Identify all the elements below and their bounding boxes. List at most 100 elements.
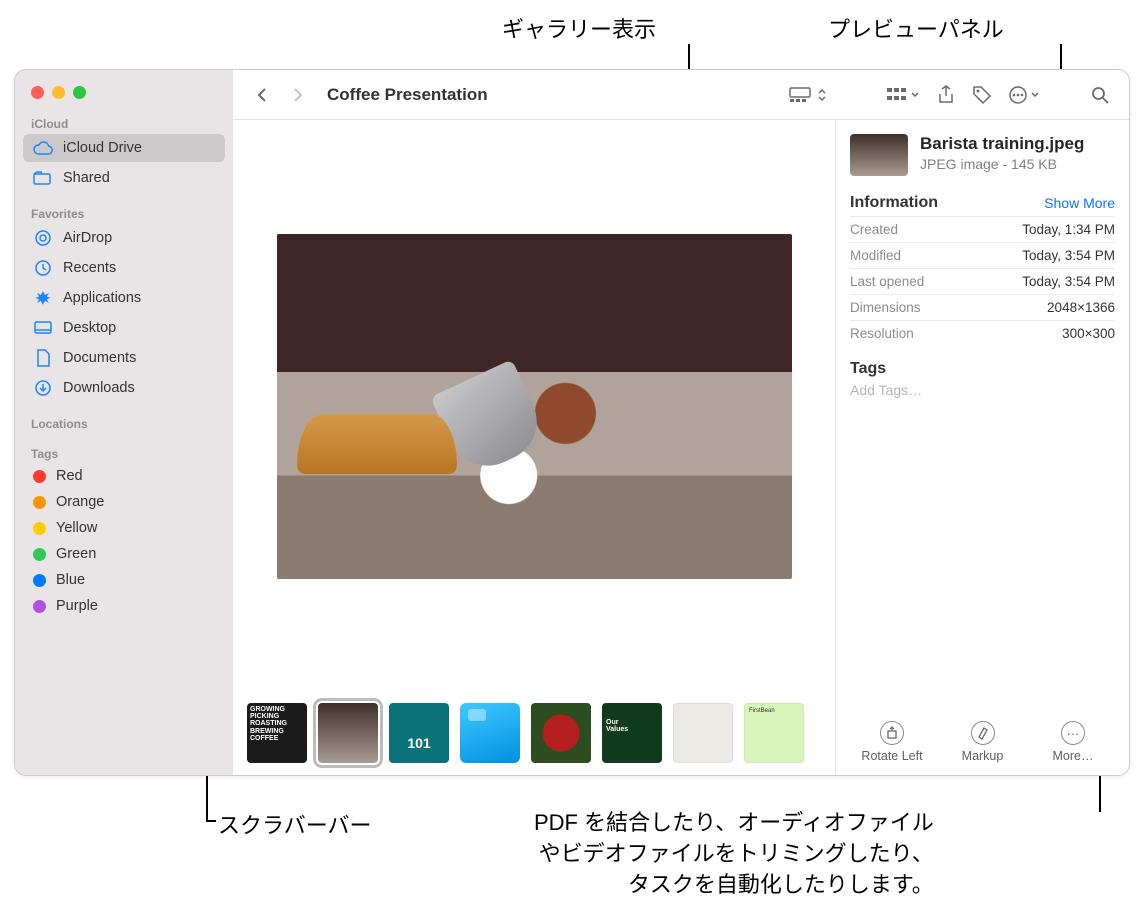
tag-dot-icon — [33, 522, 46, 535]
tag-dot-icon — [33, 496, 46, 509]
preview-filename: Barista training.jpeg — [920, 134, 1084, 154]
info-header: Information — [850, 194, 938, 212]
search-button[interactable] — [1085, 82, 1115, 108]
sidebar-tag-purple[interactable]: Purple — [23, 594, 225, 618]
main-area: Coffee Presentation — [233, 70, 1129, 775]
sidebar-item-airdrop[interactable]: AirDrop — [23, 224, 225, 252]
forward-button[interactable] — [283, 82, 313, 108]
sidebar-tag-yellow[interactable]: Yellow — [23, 516, 225, 540]
window-controls — [15, 80, 233, 113]
tag-dot-icon — [33, 548, 46, 561]
tags-button[interactable] — [967, 82, 997, 108]
close-icon[interactable] — [31, 86, 44, 99]
section-favorites: Favorites — [15, 203, 233, 223]
thumb-classroom[interactable] — [673, 703, 733, 763]
thumb-firstbean[interactable]: FirstBean — [744, 703, 804, 763]
action-button[interactable] — [1003, 82, 1045, 108]
folder-shared-icon — [33, 168, 53, 188]
sidebar-tag-green[interactable]: Green — [23, 542, 225, 566]
view-gallery-button[interactable] — [787, 82, 827, 108]
cloud-icon — [33, 138, 53, 158]
sidebar-item-label: Purple — [56, 598, 98, 614]
sidebar-item-documents[interactable]: Documents — [23, 344, 225, 372]
sidebar-item-label: Recents — [63, 260, 116, 276]
sidebar: iCloud iCloud Drive Shared Favorites Air… — [15, 70, 233, 775]
sidebar-tag-blue[interactable]: Blue — [23, 568, 225, 592]
callout-line — [206, 820, 216, 822]
clock-icon — [33, 258, 53, 278]
more-icon: ··· — [1061, 721, 1085, 745]
section-tags: Tags — [15, 443, 233, 463]
info-row-last-opened: Last openedToday, 3:54 PM — [850, 268, 1115, 294]
callout-scrubber-bar: スクラバーバー — [218, 808, 372, 840]
callout-gallery-view: ギャラリー表示 — [502, 12, 656, 44]
sidebar-item-label: AirDrop — [63, 230, 112, 246]
gallery-image[interactable] — [277, 234, 792, 579]
info-row-resolution: Resolution300×300 — [850, 320, 1115, 346]
rotate-left-button[interactable]: Rotate Left — [852, 721, 932, 763]
sidebar-tag-orange[interactable]: Orange — [23, 490, 225, 514]
apps-icon — [33, 288, 53, 308]
zoom-icon[interactable] — [73, 86, 86, 99]
info-row-created: CreatedToday, 1:34 PM — [850, 216, 1115, 242]
tag-dot-icon — [33, 600, 46, 613]
sidebar-item-label: Shared — [63, 170, 110, 186]
thumb-our-values[interactable]: Our Values — [602, 703, 662, 763]
airdrop-icon — [33, 228, 53, 248]
scrubber-bar[interactable]: GROWING PICKING ROASTING BREWING COFFEE … — [233, 692, 835, 775]
section-icloud: iCloud — [15, 113, 233, 133]
markup-icon — [971, 721, 995, 745]
thumb-berries[interactable] — [531, 703, 591, 763]
sidebar-item-label: Orange — [56, 494, 104, 510]
toolbar: Coffee Presentation — [233, 70, 1129, 120]
tags-input[interactable]: Add Tags… — [850, 382, 1115, 398]
preview-thumbnail — [850, 134, 908, 176]
sidebar-item-icloud-drive[interactable]: iCloud Drive — [23, 134, 225, 162]
thumb-folder[interactable] — [460, 703, 520, 763]
preview-subtitle: JPEG image - 145 KB — [920, 156, 1084, 172]
sidebar-item-applications[interactable]: Applications — [23, 284, 225, 312]
finder-window: iCloud iCloud Drive Shared Favorites Air… — [14, 69, 1130, 776]
group-button[interactable] — [881, 82, 925, 108]
sidebar-item-label: iCloud Drive — [63, 140, 142, 156]
callout-more-desc: PDF を結合したり、オーディオファイル やビデオファイルをトリミングしたり、 … — [534, 808, 934, 900]
action-label: More… — [1053, 749, 1094, 763]
doc-icon — [33, 348, 53, 368]
sidebar-item-recents[interactable]: Recents — [23, 254, 225, 282]
tag-dot-icon — [33, 574, 46, 587]
thumb-coffee-101[interactable]: 101 — [389, 703, 449, 763]
show-more-button[interactable]: Show More — [1044, 195, 1115, 211]
tags-header: Tags — [850, 360, 1115, 378]
callout-preview-panel: プレビューパネル — [828, 12, 1004, 44]
sidebar-tag-red[interactable]: Red — [23, 464, 225, 488]
markup-button[interactable]: Markup — [943, 721, 1023, 763]
more-button[interactable]: ··· More… — [1033, 721, 1113, 763]
sidebar-item-desktop[interactable]: Desktop — [23, 314, 225, 342]
minimize-icon[interactable] — [52, 86, 65, 99]
thumb-barista-training[interactable] — [318, 703, 378, 763]
tag-dot-icon — [33, 470, 46, 483]
sidebar-item-label: Blue — [56, 572, 85, 588]
gallery-area: GROWING PICKING ROASTING BREWING COFFEE … — [233, 120, 835, 775]
rotate-icon — [880, 721, 904, 745]
back-button[interactable] — [247, 82, 277, 108]
action-label: Rotate Left — [861, 749, 922, 763]
action-label: Markup — [962, 749, 1004, 763]
sidebar-item-downloads[interactable]: Downloads — [23, 374, 225, 402]
sidebar-item-label: Red — [56, 468, 83, 484]
share-button[interactable] — [931, 82, 961, 108]
desktop-icon — [33, 318, 53, 338]
info-row-modified: ModifiedToday, 3:54 PM — [850, 242, 1115, 268]
sidebar-item-label: Documents — [63, 350, 136, 366]
sidebar-item-label: Green — [56, 546, 96, 562]
sidebar-item-label: Downloads — [63, 380, 135, 396]
gallery-main — [233, 120, 835, 692]
content-row: GROWING PICKING ROASTING BREWING COFFEE … — [233, 120, 1129, 775]
preview-panel: Barista training.jpeg JPEG image - 145 K… — [835, 120, 1129, 775]
callout-line — [1099, 772, 1101, 812]
download-icon — [33, 378, 53, 398]
sidebar-item-label: Desktop — [63, 320, 116, 336]
thumb-growing-picking[interactable]: GROWING PICKING ROASTING BREWING COFFEE — [247, 703, 307, 763]
section-locations: Locations — [15, 413, 233, 433]
sidebar-item-shared[interactable]: Shared — [23, 164, 225, 192]
